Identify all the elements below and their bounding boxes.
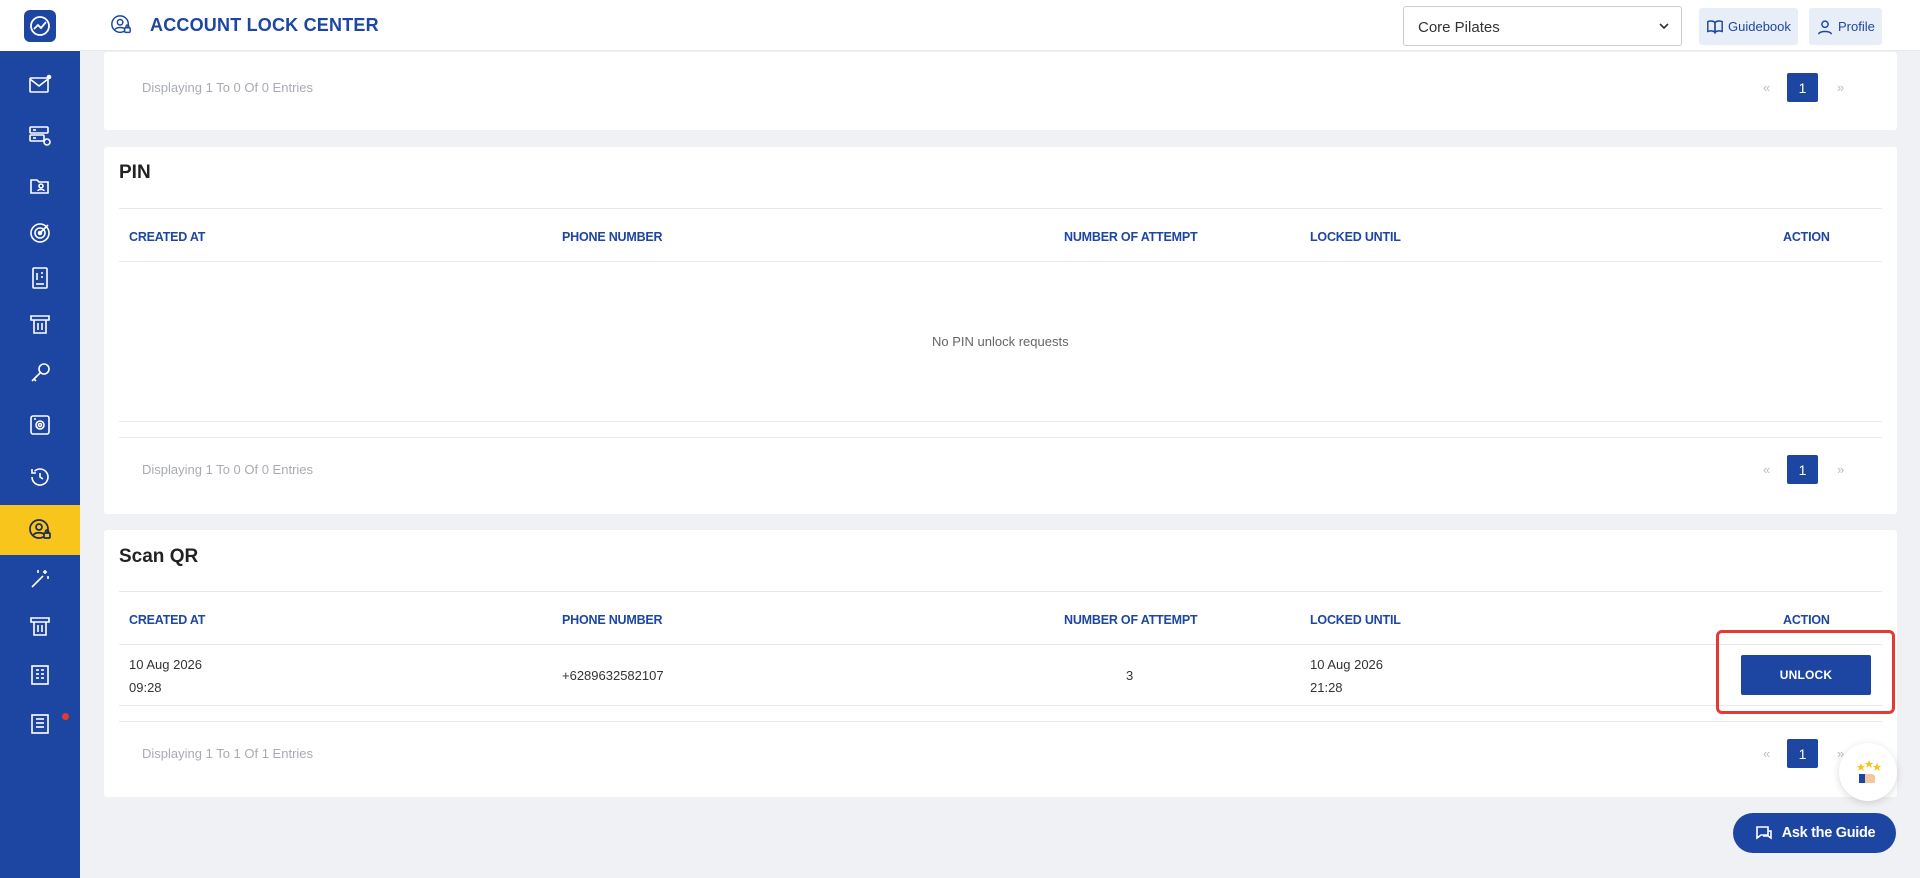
locked-time: 21:28	[1310, 680, 1343, 695]
report-icon	[31, 665, 49, 685]
history-icon	[31, 468, 49, 486]
server-settings-icon	[29, 126, 51, 146]
column-phone-number: PHONE NUMBER	[562, 230, 663, 244]
sidebar-item-ticket[interactable]	[0, 299, 80, 349]
notification-dot	[62, 713, 69, 720]
column-created-at: CREATED AT	[129, 613, 206, 627]
rating-widget[interactable]	[1839, 743, 1897, 801]
divider	[119, 261, 1882, 262]
pagination-next[interactable]: »	[1837, 462, 1844, 477]
magic-wand-icon	[31, 570, 49, 588]
pagination-info: Displaying 1 To 1 Of 1 Entries	[142, 746, 314, 761]
divider	[119, 591, 1882, 592]
user-lock-icon	[29, 519, 51, 539]
sidebar-item-receipt[interactable]	[0, 699, 80, 749]
top-section-card: Displaying 1 To 0 Of 0 Entries « 1 »	[104, 52, 1897, 130]
camera-settings-icon	[30, 415, 50, 435]
unlock-button[interactable]: UNLOCK	[1741, 655, 1871, 695]
column-created-at: CREATED AT	[129, 230, 206, 244]
column-action: ACTION	[1783, 613, 1830, 627]
empty-state-text: No PIN unlock requests	[932, 334, 1069, 349]
column-locked-until: LOCKED UNTIL	[1310, 230, 1401, 244]
app-logo-icon	[24, 9, 56, 42]
attempt-count: 3	[1126, 668, 1134, 683]
sidebar-item-ticket-alt[interactable]	[0, 601, 80, 651]
key-icon	[31, 363, 50, 382]
divider	[119, 705, 1882, 706]
studio-select[interactable]: Core Pilates	[1403, 6, 1682, 46]
divider	[119, 721, 1882, 722]
sidebar-item-folder[interactable]	[0, 161, 80, 211]
pagination-page[interactable]: 1	[1787, 73, 1818, 102]
pagination-page[interactable]: 1	[1787, 739, 1818, 768]
mail-icon	[29, 74, 52, 93]
profile-label: Profile	[1838, 19, 1875, 34]
divider	[119, 421, 1882, 422]
chevron-down-icon	[1659, 23, 1669, 30]
ticket-icon	[30, 315, 50, 334]
sidebar-item-camera[interactable]	[0, 400, 80, 450]
sidebar-item-report[interactable]	[0, 650, 80, 700]
book-icon	[1707, 19, 1723, 34]
scan-qr-title: Scan QR	[119, 546, 199, 567]
column-locked-until: LOCKED UNTIL	[1310, 613, 1401, 627]
column-phone-number: PHONE NUMBER	[562, 613, 663, 627]
pagination-prev[interactable]: «	[1763, 80, 1770, 95]
receipt-icon	[31, 714, 49, 734]
sidebar-item-history[interactable]	[0, 452, 80, 502]
user-lock-icon	[111, 15, 131, 34]
folder-user-icon	[30, 179, 49, 194]
rating-stars-icon	[1856, 760, 1882, 783]
pagination-info: Displaying 1 To 0 Of 0 Entries	[142, 462, 314, 477]
divider	[119, 437, 1882, 438]
logo-area[interactable]	[0, 0, 80, 51]
guidebook-label: Guidebook	[1728, 19, 1791, 34]
chat-icon	[1755, 826, 1772, 840]
pagination-info: Displaying 1 To 0 Of 0 Entries	[142, 80, 314, 95]
divider	[119, 644, 1882, 645]
pin-title: PIN	[119, 162, 151, 183]
divider	[119, 208, 1882, 209]
sidebar-item-target[interactable]	[0, 208, 80, 258]
pagination-prev[interactable]: «	[1763, 746, 1770, 761]
scan-qr-card: Scan QR CREATED AT PHONE NUMBER NUMBER O…	[104, 530, 1897, 797]
ask-guide-button[interactable]: Ask the Guide	[1733, 813, 1896, 853]
sidebar-item-server[interactable]	[0, 111, 80, 161]
profile-button[interactable]: Profile	[1809, 8, 1882, 45]
ask-guide-label: Ask the Guide	[1781, 825, 1876, 841]
pagination-page[interactable]: 1	[1787, 455, 1818, 484]
column-number-of-attempt: NUMBER OF ATTEMPT	[1064, 613, 1198, 627]
target-icon	[30, 223, 50, 243]
created-date: 10 Aug 2026	[129, 657, 203, 672]
pagination-next[interactable]: »	[1837, 80, 1844, 95]
sidebar-item-ledger[interactable]	[0, 253, 80, 303]
created-time: 09:28	[129, 680, 162, 695]
sidebar-item-mail[interactable]	[0, 60, 80, 110]
sidebar-item-key[interactable]	[0, 348, 80, 398]
page-title: ACCOUNT LOCK CENTER	[150, 15, 379, 35]
phone-number: +6289632582107	[562, 668, 664, 683]
sidebar	[0, 0, 80, 878]
top-header: ACCOUNT LOCK CENTER Core Pilates Guidebo…	[80, 0, 1920, 51]
sidebar-item-magic[interactable]	[0, 554, 80, 604]
pin-card: PIN CREATED AT PHONE NUMBER NUMBER OF AT…	[104, 147, 1897, 514]
column-action: ACTION	[1783, 230, 1830, 244]
studio-select-value: Core Pilates	[1418, 19, 1500, 36]
user-icon	[1817, 19, 1833, 34]
locked-date: 10 Aug 2026	[1310, 657, 1384, 672]
ticket-alt-icon	[30, 617, 50, 636]
pagination-prev[interactable]: «	[1763, 462, 1770, 477]
sidebar-item-account-lock[interactable]	[0, 505, 80, 555]
column-number-of-attempt: NUMBER OF ATTEMPT	[1064, 230, 1198, 244]
ledger-icon	[32, 267, 48, 289]
guidebook-button[interactable]: Guidebook	[1699, 8, 1798, 45]
